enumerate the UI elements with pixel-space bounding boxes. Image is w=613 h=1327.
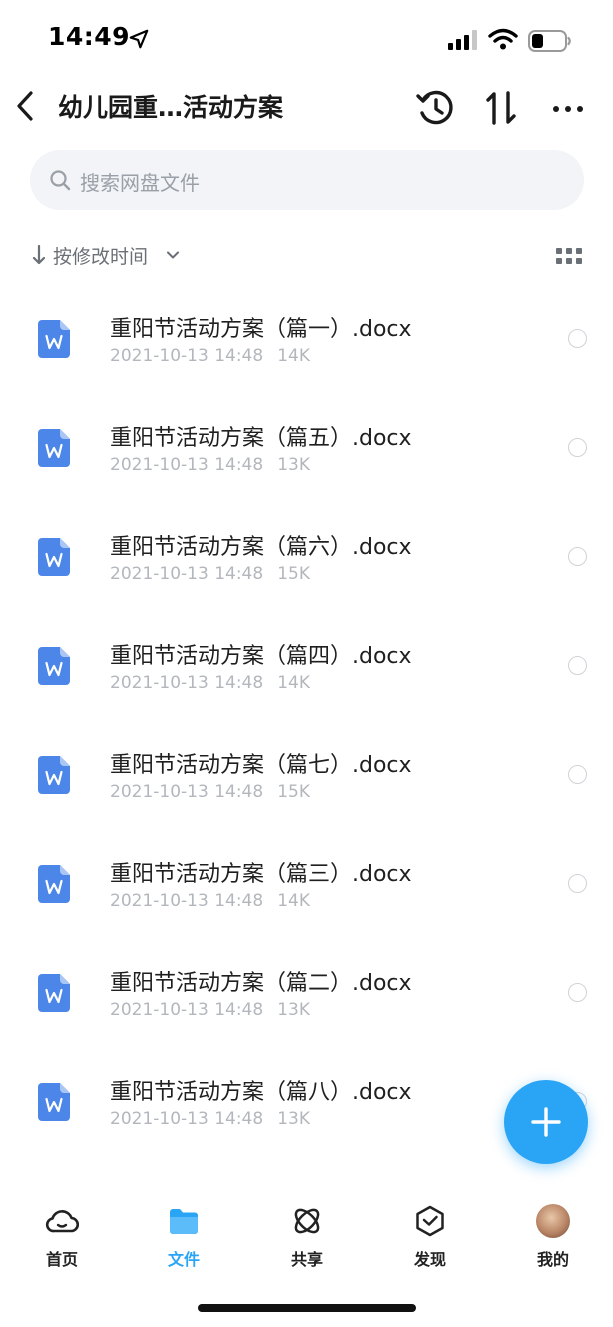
arrow-down-icon [32, 244, 46, 265]
wifi-icon [488, 28, 518, 50]
cellular-signal-icon [448, 30, 477, 50]
nav-discover-label: 发现 [413, 1250, 446, 1269]
file-size: 14K [277, 346, 310, 366]
file-row[interactable]: 重阳节活动方案（篇七）.docx 2021-10-13 14:48 15K [0, 721, 613, 830]
discover-cube-icon [416, 1205, 444, 1237]
word-document-icon [38, 647, 70, 685]
select-checkbox[interactable] [568, 438, 587, 457]
chevron-down-icon [167, 251, 179, 259]
file-row[interactable]: 重阳节活动方案（篇三）.docx 2021-10-13 14:48 14K [0, 830, 613, 939]
file-name: 重阳节活动方案（篇七）.docx [110, 753, 412, 778]
nav-files-label: 文件 [167, 1250, 200, 1269]
word-document-icon [38, 974, 70, 1012]
nav-home-label: 首页 [45, 1250, 78, 1269]
nav-discover[interactable]: 发现 [385, 1204, 475, 1272]
location-arrow-icon [129, 29, 149, 49]
file-row[interactable]: 重阳节活动方案（篇五）.docx 2021-10-13 14:48 13K [0, 394, 613, 503]
file-size: 13K [277, 1109, 310, 1129]
status-time: 14:49 [48, 22, 131, 51]
history-button[interactable] [414, 86, 458, 130]
status-bar: 14:49 [0, 0, 613, 80]
file-date: 2021-10-13 14:48 [110, 891, 264, 911]
file-meta: 2021-10-13 14:48 13K [110, 455, 310, 475]
file-meta: 2021-10-13 14:48 15K [110, 782, 310, 802]
nav-me[interactable]: 我的 [508, 1204, 598, 1272]
file-date: 2021-10-13 14:48 [110, 1000, 264, 1020]
nav-me-label: 我的 [536, 1250, 569, 1269]
file-size: 15K [277, 564, 310, 584]
file-date: 2021-10-13 14:48 [110, 673, 264, 693]
search-placeholder: 搜索网盘文件 [80, 171, 200, 195]
file-name: 重阳节活动方案（篇一）.docx [110, 317, 412, 342]
file-row[interactable]: 重阳节活动方案（篇四）.docx 2021-10-13 14:48 14K [0, 612, 613, 721]
select-checkbox[interactable] [568, 983, 587, 1002]
file-row[interactable]: 重阳节活动方案（篇二）.docx 2021-10-13 14:48 13K [0, 939, 613, 1048]
file-row[interactable]: 重阳节活动方案（篇一）.docx 2021-10-13 14:48 14K [0, 285, 613, 394]
nav-share[interactable]: 共享 [262, 1204, 352, 1272]
file-name: 重阳节活动方案（篇八）.docx [110, 1080, 412, 1105]
select-checkbox[interactable] [568, 547, 587, 566]
file-size: 14K [277, 673, 310, 693]
more-options-button[interactable] [546, 86, 590, 130]
file-name: 重阳节活动方案（篇四）.docx [110, 644, 412, 669]
bottom-nav: 首页 文件 共享 发现 我的 [0, 1190, 613, 1280]
word-document-icon [38, 756, 70, 794]
file-row[interactable]: 重阳节活动方案（篇六）.docx 2021-10-13 14:48 15K [0, 503, 613, 612]
file-name: 重阳节活动方案（篇六）.docx [110, 535, 412, 560]
sort-row: 按修改时间 [30, 238, 590, 272]
word-document-icon [38, 429, 70, 467]
word-document-icon [38, 538, 70, 576]
cloud-icon [45, 1210, 79, 1233]
plus-icon [531, 1107, 561, 1137]
word-document-icon [38, 865, 70, 903]
file-date: 2021-10-13 14:48 [110, 346, 264, 366]
nav-share-label: 共享 [290, 1250, 323, 1269]
file-meta: 2021-10-13 14:48 14K [110, 346, 310, 366]
file-size: 13K [277, 455, 310, 475]
file-size: 15K [277, 782, 310, 802]
grid-view-button[interactable] [556, 246, 582, 266]
file-meta: 2021-10-13 14:48 15K [110, 564, 310, 584]
file-date: 2021-10-13 14:48 [110, 564, 264, 584]
back-button[interactable] [10, 86, 42, 126]
file-meta: 2021-10-13 14:48 13K [110, 1109, 310, 1129]
home-indicator [198, 1304, 416, 1312]
avatar [536, 1204, 570, 1238]
file-name: 重阳节活动方案（篇二）.docx [110, 971, 412, 996]
file-date: 2021-10-13 14:48 [110, 455, 264, 475]
word-document-icon [38, 320, 70, 358]
battery-icon [528, 30, 571, 52]
search-input[interactable]: 搜索网盘文件 [30, 150, 584, 210]
file-name: 重阳节活动方案（篇五）.docx [110, 426, 412, 451]
select-checkbox[interactable] [568, 656, 587, 675]
page-title: 幼儿园重…活动方案 [58, 93, 284, 122]
file-name: 重阳节活动方案（篇三）.docx [110, 862, 412, 887]
file-meta: 2021-10-13 14:48 14K [110, 673, 310, 693]
file-size: 13K [277, 1000, 310, 1020]
select-checkbox[interactable] [568, 765, 587, 784]
file-list: 重阳节活动方案（篇一）.docx 2021-10-13 14:48 14K 重阳节… [0, 285, 613, 1157]
file-date: 2021-10-13 14:48 [110, 1109, 264, 1129]
folder-icon [170, 1209, 198, 1234]
share-atom-icon [294, 1208, 320, 1234]
search-icon [50, 170, 71, 191]
select-checkbox[interactable] [568, 329, 587, 348]
select-checkbox[interactable] [568, 874, 587, 893]
file-meta: 2021-10-13 14:48 14K [110, 891, 310, 911]
word-document-icon [38, 1083, 70, 1121]
sort-button[interactable] [480, 86, 524, 130]
file-meta: 2021-10-13 14:48 13K [110, 1000, 310, 1020]
file-size: 14K [277, 891, 310, 911]
nav-files[interactable]: 文件 [139, 1204, 229, 1272]
nav-home[interactable]: 首页 [17, 1204, 107, 1272]
file-date: 2021-10-13 14:48 [110, 782, 264, 802]
sort-label: 按修改时间 [53, 246, 149, 268]
add-file-button[interactable] [504, 1080, 588, 1164]
header: 幼儿园重…活动方案 [0, 80, 613, 136]
